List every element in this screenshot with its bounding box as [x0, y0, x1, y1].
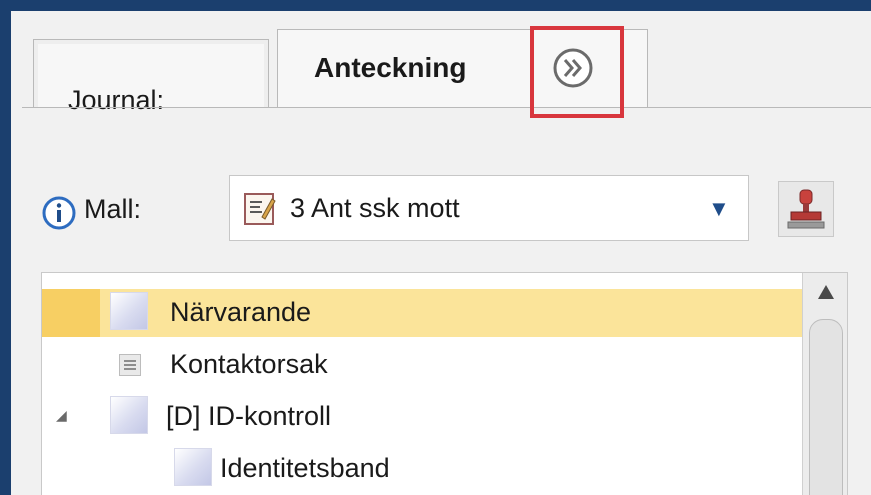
tab-strip-divider: [22, 107, 871, 108]
node-icon: [174, 448, 212, 486]
info-icon[interactable]: [41, 195, 77, 231]
mall-select-value: 3 Ant ssk mott: [290, 193, 460, 223]
triangle-down-icon: ▼: [708, 196, 730, 221]
template-tree: Närvarande Kontaktorsak ◢ [D] ID-kontrol…: [41, 272, 848, 495]
tree-item-label: Kontaktorsak: [170, 349, 328, 379]
text-lines-icon: [119, 354, 141, 376]
tree-item-label: Identitetsband: [220, 453, 390, 483]
triangle-up-icon: [818, 285, 834, 299]
expand-button[interactable]: [546, 41, 600, 95]
window-frame-left: [0, 0, 11, 495]
tree-item-kontaktorsak[interactable]: Kontaktorsak: [42, 339, 802, 389]
mall-label: Mall:: [84, 194, 142, 224]
mall-select[interactable]: 3 Ant ssk mott ▼: [229, 175, 749, 241]
collapse-triangle-icon[interactable]: ◢: [56, 407, 67, 424]
document-edit-icon: [244, 193, 276, 225]
tree-item-label: [D] ID-kontroll: [166, 401, 332, 431]
node-icon: [110, 292, 148, 330]
window-frame-top: [0, 0, 871, 11]
double-chevron-right-icon: [553, 48, 593, 88]
stamp-icon: [787, 189, 825, 229]
node-icon: [110, 396, 148, 434]
scrollbar-thumb[interactable]: [809, 319, 843, 495]
tab-anteckning-label: Anteckning: [314, 52, 467, 83]
scroll-up-button[interactable]: [803, 277, 847, 313]
tree-item-narvarande[interactable]: Närvarande: [42, 287, 802, 337]
tab-journal[interactable]: Journal:: [33, 39, 269, 115]
tree-scrollbar[interactable]: [802, 273, 847, 495]
stamp-button[interactable]: [778, 181, 834, 237]
tree-item-identitetsband[interactable]: Identitetsband: [42, 443, 802, 493]
tree-item-id-kontroll[interactable]: ◢ [D] ID-kontroll: [42, 391, 802, 441]
tab-journal-label: Journal:: [68, 85, 165, 115]
tree-item-label: Närvarande: [170, 297, 312, 327]
